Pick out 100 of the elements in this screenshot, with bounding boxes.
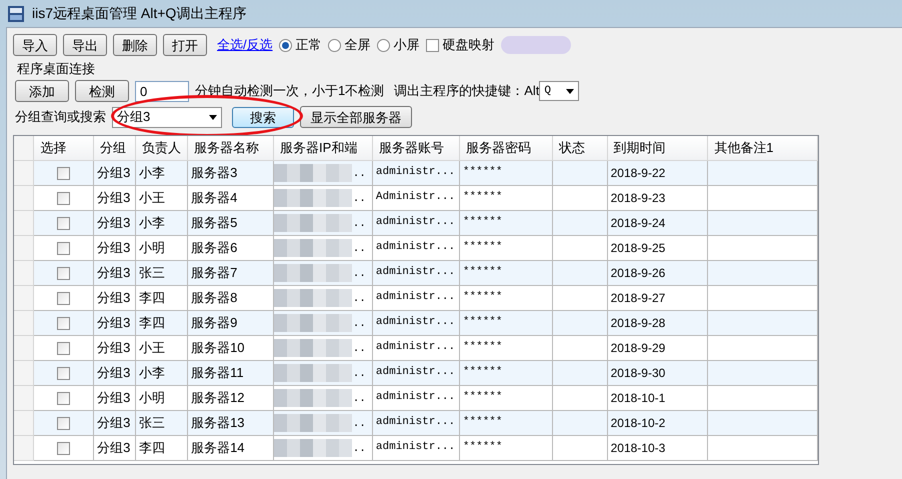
table-cell-text: .. [352, 416, 366, 432]
table-cell: administr... [372, 385, 460, 410]
table-cell: ****** [459, 285, 552, 310]
toolbar-button[interactable]: 显示全部服务器 [300, 106, 412, 128]
toolbar-button[interactable]: 添加 [15, 80, 69, 102]
column-header[interactable]: 负责人 [136, 136, 188, 160]
search-label: 分组查询或搜索 [15, 108, 106, 126]
table-cell: 分组3 [94, 260, 136, 285]
column-header[interactable]: 服务器IP和端 [274, 136, 372, 160]
table-cell: 2018-9-25 [607, 235, 708, 260]
row-checkbox[interactable] [57, 242, 70, 255]
window-title: iis7远程桌面管理 Alt+Q调出主程序 [32, 4, 246, 23]
column-header[interactable]: 服务器账号 [372, 136, 460, 160]
table-cell: 分组3 [94, 160, 136, 185]
table-cell: 张三 [136, 410, 188, 435]
row-checkbox[interactable] [57, 392, 70, 405]
column-header[interactable]: 选择 [34, 136, 94, 160]
app-icon [8, 6, 24, 22]
table-cell: 小明 [136, 385, 188, 410]
checkbox-label: 硬盘映射 [442, 36, 495, 54]
table-cell: ****** [459, 160, 552, 185]
table-cell: 2018-9-29 [607, 335, 708, 360]
column-header[interactable]: 状态 [552, 136, 608, 160]
row-checkbox[interactable] [57, 316, 70, 330]
table-cell: 分组3 [94, 185, 136, 210]
radio-button[interactable] [278, 38, 292, 52]
table-cell: 服务器8 [188, 285, 274, 310]
row-checkbox[interactable] [57, 266, 70, 280]
table-cell: 小李 [136, 210, 188, 235]
column-header[interactable]: 其他备注1 [708, 136, 818, 160]
table-cell: 小李 [136, 360, 188, 385]
radio-button[interactable] [328, 38, 341, 52]
search-button[interactable]: 搜索 [232, 106, 294, 128]
hotkey-dropdown[interactable]: Q [539, 81, 580, 101]
table-cell: 服务器11 [188, 360, 274, 385]
table-cell: administr... [372, 260, 460, 285]
radio-label: 全屏 [344, 36, 371, 54]
table-cell-text: .. [352, 442, 366, 456]
table-cell-text: .. [352, 366, 366, 382]
table-cell: 分组3 [94, 385, 136, 410]
toolbar-button[interactable]: 导出 [63, 34, 107, 56]
table-cell: 李四 [136, 435, 188, 460]
row-checkbox[interactable] [57, 342, 70, 355]
table-cell: 服务器7 [188, 260, 274, 285]
column-header[interactable]: 到期时间 [607, 136, 708, 160]
table-cell: 张三 [136, 260, 188, 285]
column-header[interactable]: 服务器名称 [188, 136, 274, 160]
group-title: 程序桌面连接 [16, 61, 96, 77]
blurred-patch [500, 36, 571, 54]
radio-button[interactable] [376, 38, 390, 52]
table-cell: administr... [372, 360, 460, 385]
table-cell: 分组3 [94, 285, 136, 310]
table-cell: 李四 [136, 285, 188, 310]
checkbox[interactable] [426, 38, 439, 52]
table-cell: administr... [372, 435, 460, 460]
row-checkbox[interactable] [57, 442, 70, 455]
toolbar-button[interactable]: 导入 [13, 34, 57, 56]
column-header[interactable]: 服务器密码 [459, 136, 552, 160]
table-cell: administr... [372, 310, 460, 335]
table-cell: 服务器14 [188, 435, 274, 460]
toolbar-button[interactable]: 删除 [113, 34, 157, 56]
table-cell-text: .. [352, 242, 366, 256]
table-cell: 服务器9 [188, 310, 274, 335]
table-cell: 小明 [136, 235, 188, 260]
table-cell: 2018-10-3 [607, 435, 708, 460]
toolbar-button[interactable]: 打开 [163, 34, 207, 56]
table-cell: ****** [459, 210, 552, 235]
table-cell: administr... [372, 160, 460, 185]
table-cell: ****** [459, 435, 552, 460]
table-cell: 分组3 [94, 210, 136, 235]
table-cell-text: .. [352, 342, 366, 356]
table-cell: 2018-9-30 [607, 360, 708, 385]
table-cell: 分组3 [94, 360, 136, 385]
table-cell: 2018-9-28 [607, 310, 708, 335]
table-cell: 服务器4 [188, 185, 274, 210]
table-cell: administr... [372, 210, 460, 235]
select-all-link[interactable]: 全选/反选 [217, 35, 273, 55]
row-checkbox[interactable] [57, 416, 70, 430]
table-cell: Administr... [372, 185, 460, 210]
table-cell: 分组3 [94, 435, 136, 460]
table-cell: ****** [459, 385, 552, 410]
table-cell: ****** [459, 360, 552, 385]
table-cell: ****** [459, 410, 552, 435]
radio-label: 小屏 [394, 36, 420, 54]
table-cell-text: .. [352, 292, 366, 306]
table-cell: 服务器6 [188, 235, 274, 260]
toolbar-button[interactable]: 检测 [75, 80, 129, 102]
table-cell: ****** [459, 335, 552, 360]
table-cell: 服务器12 [188, 385, 274, 410]
row-checkbox[interactable] [57, 292, 70, 305]
row-checkbox[interactable] [57, 366, 70, 380]
hotkey-label: 调出主程序的快捷键：Alt [394, 82, 540, 100]
row-checkbox[interactable] [57, 216, 70, 230]
column-header[interactable]: 分组 [94, 136, 136, 160]
interval-field[interactable]: 0 [135, 80, 189, 102]
table-cell: 服务器13 [188, 410, 274, 435]
row-checkbox[interactable] [57, 192, 70, 205]
row-checkbox[interactable] [57, 166, 70, 180]
search-dropdown[interactable]: 分组3 [112, 106, 222, 128]
table-cell: 小王 [136, 185, 188, 210]
